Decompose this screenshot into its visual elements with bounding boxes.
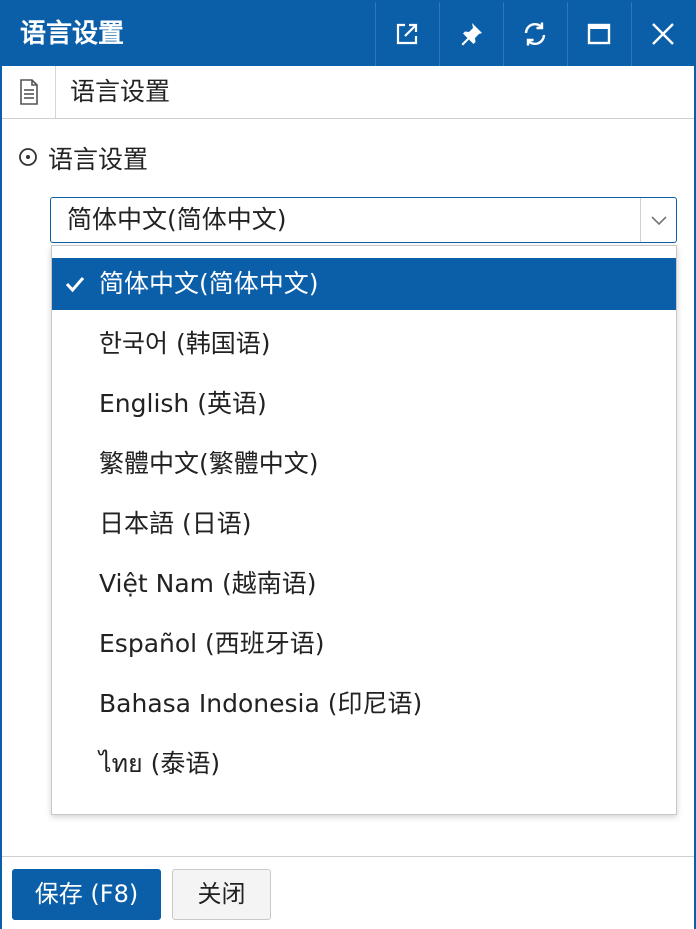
language-option[interactable]: 简体中文(简体中文) bbox=[52, 258, 676, 310]
language-option-label: Việt Nam (越南语) bbox=[99, 569, 317, 598]
language-select-value: 简体中文(简体中文) bbox=[67, 205, 287, 234]
language-option-label: ไทย (泰语) bbox=[99, 749, 221, 778]
tab-bar: 语言设置 bbox=[2, 66, 694, 119]
language-option-label: 简体中文(简体中文) bbox=[99, 269, 319, 298]
language-option-label: 한국어 (韩国语) bbox=[99, 329, 271, 358]
refresh-button[interactable] bbox=[503, 2, 566, 66]
close-window-button[interactable] bbox=[631, 2, 694, 66]
language-option[interactable]: ไทย (泰语) bbox=[52, 738, 676, 790]
section-header: 语言设置 bbox=[18, 140, 148, 176]
document-icon bbox=[2, 66, 56, 118]
circle-dot-icon bbox=[18, 144, 38, 173]
window-title: 语言设置 bbox=[20, 19, 125, 49]
language-option[interactable]: 日本語 (日语) bbox=[52, 498, 676, 550]
checkmark-icon bbox=[64, 272, 86, 301]
language-option[interactable]: Español (西班牙语) bbox=[52, 618, 676, 670]
footer-bar: 保存 (F8) 关闭 bbox=[2, 856, 694, 929]
chevron-down-icon[interactable] bbox=[640, 198, 676, 242]
language-option[interactable]: Bahasa Indonesia (印尼语) bbox=[52, 678, 676, 730]
section-title: 语言设置 bbox=[48, 145, 149, 174]
save-button[interactable]: 保存 (F8) bbox=[12, 869, 161, 920]
language-option-label: Bahasa Indonesia (印尼语) bbox=[99, 689, 423, 718]
popout-icon bbox=[394, 21, 420, 47]
language-option[interactable]: 繁體中文(繁體中文) bbox=[52, 438, 676, 490]
language-option[interactable]: Việt Nam (越南语) bbox=[52, 558, 676, 610]
language-option-label: Español (西班牙语) bbox=[99, 629, 325, 658]
pin-button[interactable] bbox=[439, 2, 502, 66]
maximize-icon bbox=[586, 21, 612, 47]
language-option-label: 繁體中文(繁體中文) bbox=[99, 449, 319, 478]
maximize-button[interactable] bbox=[567, 2, 630, 66]
tab-language-settings[interactable]: 语言设置 bbox=[70, 66, 170, 118]
refresh-icon bbox=[521, 20, 549, 48]
popout-button[interactable] bbox=[375, 2, 438, 66]
close-button[interactable]: 关闭 bbox=[172, 869, 271, 920]
close-icon bbox=[650, 21, 676, 47]
language-select[interactable]: 简体中文(简体中文) bbox=[50, 197, 677, 243]
language-option-label: 日本語 (日语) bbox=[99, 509, 252, 538]
pin-icon bbox=[458, 21, 484, 47]
language-option[interactable]: 한국어 (韩国语) bbox=[52, 318, 676, 370]
language-dropdown-list: 简体中文(简体中文) 한국어 (韩国语) English (英语) 繁體中文(繁… bbox=[51, 245, 677, 815]
language-settings-window: 语言设置 语言设置 语言设置 简体中文(简体中文) 简体中文(简体中文) 한국어… bbox=[0, 0, 696, 929]
language-option[interactable]: English (英语) bbox=[52, 378, 676, 430]
title-bar: 语言设置 bbox=[2, 2, 694, 66]
language-option-label: English (英语) bbox=[99, 389, 267, 418]
